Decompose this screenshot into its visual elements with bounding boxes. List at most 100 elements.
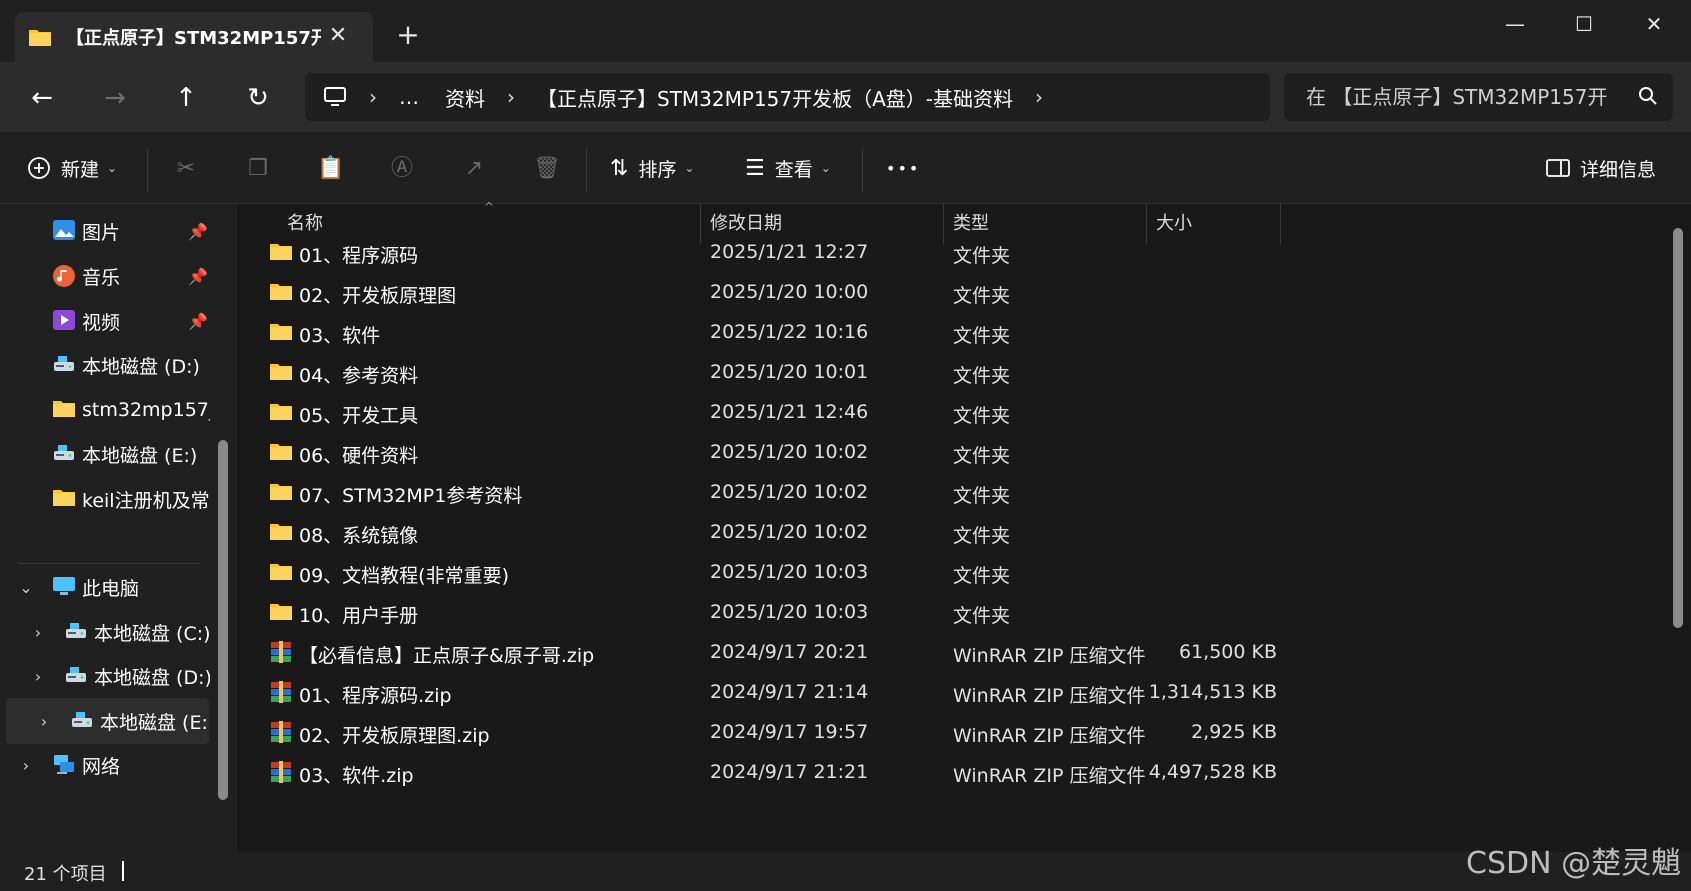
- file-row[interactable]: 08、系统镜像 2025/1/20 10:02 文件夹: [237, 511, 1277, 554]
- details-label: 详细信息: [1580, 158, 1657, 181]
- new-button[interactable]: 新建 ⌄: [27, 150, 117, 186]
- delete-icon[interactable]: 🗑: [533, 156, 561, 182]
- list-view-icon: ☰: [745, 155, 765, 181]
- file-row[interactable]: 03、软件.zip 2024/9/17 21:21 WinRAR ZIP 压缩文件 4…: [237, 751, 1277, 794]
- copy-icon[interactable]: ❐: [245, 156, 271, 182]
- sidebar-item-network[interactable]: › 网络: [0, 742, 210, 788]
- column-divider[interactable]: [1280, 204, 1281, 244]
- back-button[interactable]: ←: [22, 78, 62, 118]
- sidebar-quick-item[interactable]: stm32mp157_t: [0, 387, 210, 433]
- details-pane-button[interactable]: 详细信息: [1546, 150, 1656, 186]
- divider: [147, 148, 148, 192]
- address-chevron[interactable]: ›: [507, 85, 515, 109]
- file-row[interactable]: 03、软件 2025/1/22 10:16 文件夹: [237, 311, 1277, 354]
- file-row[interactable]: 04、参考资料 2025/1/20 10:01 文件夹: [237, 351, 1277, 394]
- folder-icon: [269, 281, 293, 303]
- file-name: 08、系统镜像: [299, 525, 419, 547]
- file-name: 02、开发板原理图.zip: [299, 725, 490, 747]
- maximize-button[interactable]: ☐: [1562, 6, 1606, 42]
- file-date: 2025/1/20 10:01: [710, 361, 869, 383]
- share-icon[interactable]: ↗: [461, 156, 487, 182]
- expand-chevron-icon[interactable]: ›: [34, 712, 54, 731]
- address-chevron[interactable]: ›: [1035, 85, 1043, 109]
- address-segment[interactable]: 资料: [445, 83, 485, 112]
- folder-icon: [269, 241, 293, 263]
- file-row[interactable]: 01、程序源码 2025/1/21 12:27 文件夹: [237, 231, 1277, 274]
- folder-icon: [269, 401, 293, 423]
- more-options-button[interactable]: •••: [886, 150, 920, 186]
- sidebar-item-drive[interactable]: › 本地磁盘 (C:): [0, 609, 210, 655]
- up-button[interactable]: ↑: [166, 78, 206, 118]
- sidebar-quick-item[interactable]: 图片 📌: [0, 208, 210, 254]
- expand-chevron-icon[interactable]: ›: [28, 623, 48, 642]
- sidebar-quick-item[interactable]: 本地磁盘 (D:): [0, 342, 210, 388]
- address-segment[interactable]: 【正点原子】STM32MP157开发板（A盘）-基础资料: [537, 83, 1013, 112]
- sidebar-item-label: 本地磁盘 (D:): [94, 666, 210, 689]
- cut-icon[interactable]: ✂: [173, 156, 199, 182]
- item-count: 21 个项目: [24, 864, 107, 885]
- sidebar-item-label: 视频: [82, 311, 121, 334]
- file-size: 4,497,528 KB: [1148, 761, 1277, 783]
- sidebar-quick-item[interactable]: 视频 📌: [0, 298, 210, 344]
- navigation-pane: 图片 📌 音乐 📌 视频 📌 本地磁盘 (D:) stm32mp157_t 本地磁盘 (E:) k…: [0, 204, 237, 852]
- sidebar-item-drive[interactable]: › 本地磁盘 (E:): [6, 698, 209, 744]
- sort-button[interactable]: ⇅ 排序 ⌄: [610, 150, 695, 186]
- file-row[interactable]: 01、程序源码.zip 2024/9/17 21:14 WinRAR ZIP 压缩文…: [237, 671, 1277, 714]
- address-bar[interactable]: › … 资料 › 【正点原子】STM32MP157开发板（A盘）-基础资料 ›: [305, 73, 1270, 121]
- file-row[interactable]: 10、用户手册 2025/1/20 10:03 文件夹: [237, 591, 1277, 634]
- new-tab-button[interactable]: +: [392, 19, 424, 51]
- sidebar-item-this-pc[interactable]: ⌄ 此电脑: [0, 564, 210, 610]
- forward-button[interactable]: →: [95, 78, 135, 118]
- address-overflow[interactable]: …: [399, 85, 419, 109]
- sidebar-quick-item[interactable]: 音乐 📌: [0, 253, 210, 299]
- file-type: 文件夹: [953, 365, 1011, 387]
- sidebar-quick-item[interactable]: keil注册机及常月: [0, 476, 210, 522]
- paste-icon[interactable]: 📋: [317, 156, 344, 182]
- chevron-down-icon: ⌄: [820, 161, 831, 175]
- file-row[interactable]: 09、文档教程(非常重要) 2025/1/20 10:03 文件夹: [237, 551, 1277, 594]
- sidebar-item-label: keil注册机及常月: [82, 489, 210, 512]
- file-date: 2025/1/20 10:02: [710, 481, 869, 503]
- folder-icon: [269, 481, 293, 503]
- expand-chevron-icon[interactable]: ›: [28, 667, 48, 686]
- folder-icon: [269, 361, 293, 383]
- sidebar-item-label: 音乐: [82, 266, 121, 289]
- sidebar-item-drive[interactable]: › 本地磁盘 (D:): [0, 653, 210, 699]
- new-label: 新建: [61, 158, 100, 181]
- close-window-button[interactable]: ✕: [1632, 6, 1676, 42]
- file-row[interactable]: 07、STM32MP1参考资料 2025/1/20 10:02 文件夹: [237, 471, 1277, 514]
- file-row[interactable]: 02、开发板原理图.zip 2024/9/17 19:57 WinRAR ZIP 压…: [237, 711, 1277, 754]
- status-divider: [122, 861, 124, 881]
- close-tab-icon[interactable]: ✕: [325, 23, 351, 49]
- refresh-button[interactable]: ↻: [238, 78, 278, 118]
- collapse-chevron-icon[interactable]: ⌄: [16, 578, 36, 597]
- file-name: 10、用户手册: [299, 605, 419, 627]
- file-row[interactable]: 06、硬件资料 2025/1/20 10:02 文件夹: [237, 431, 1277, 474]
- folder-icon: [269, 521, 293, 543]
- file-list-scrollbar[interactable]: [1673, 228, 1683, 628]
- sidebar-item-label: 网络: [82, 755, 121, 778]
- sidebar-quick-item[interactable]: 本地磁盘 (E:): [0, 431, 210, 477]
- file-row[interactable]: 02、开发板原理图 2025/1/20 10:00 文件夹: [237, 271, 1277, 314]
- file-type: 文件夹: [953, 445, 1011, 467]
- pin-icon: 📌: [188, 221, 208, 241]
- divider: [862, 148, 863, 192]
- sidebar-item-label: 图片: [82, 221, 121, 244]
- file-name: 07、STM32MP1参考资料: [299, 485, 523, 507]
- address-chevron[interactable]: ›: [369, 85, 377, 109]
- active-tab[interactable]: 【正点原子】STM32MP157开发 ✕: [15, 12, 373, 62]
- folder-icon: [52, 398, 76, 422]
- search-input[interactable]: 在 【正点原子】STM32MP157开: [1284, 73, 1673, 121]
- drive-icon: [64, 664, 88, 688]
- file-row[interactable]: 【必看信息】正点原子&原子哥.zip 2024/9/17 20:21 WinRAR …: [237, 631, 1277, 674]
- file-date: 2025/1/21 12:27: [710, 241, 869, 263]
- file-name: 04、参考资料: [299, 365, 419, 387]
- view-button[interactable]: ☰ 查看 ⌄: [745, 150, 831, 186]
- rename-icon[interactable]: Ⓐ: [389, 156, 415, 182]
- minimize-button[interactable]: —: [1493, 6, 1537, 42]
- sidebar-item-label: 本地磁盘 (E:): [100, 711, 209, 734]
- folder-icon: [269, 601, 293, 623]
- file-row[interactable]: 05、开发工具 2025/1/21 12:46 文件夹: [237, 391, 1277, 434]
- sidebar-scrollbar[interactable]: [218, 440, 228, 800]
- expand-chevron-icon[interactable]: ›: [16, 756, 36, 775]
